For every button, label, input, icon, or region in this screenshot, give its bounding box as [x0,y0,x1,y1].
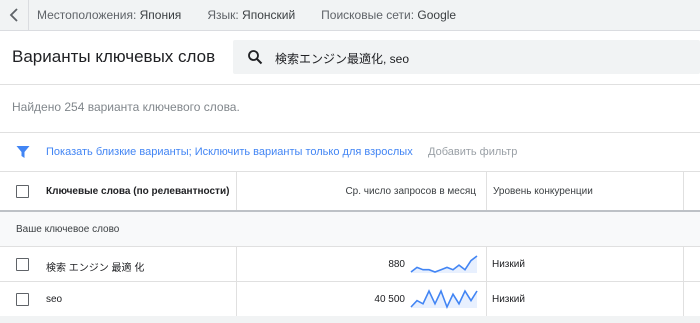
language-setting[interactable]: Язык: Японский [207,8,295,22]
column-header-avg-label: Ср. число запросов в месяц [345,186,476,197]
keyword-cell: seo [46,294,63,305]
location-label: Местоположения: [37,8,137,22]
language-value: Японский [242,8,296,22]
language-label: Язык: [207,8,239,22]
column-header-avg-searches[interactable]: Ср. число запросов в месяц [236,172,482,210]
location-setting[interactable]: Местоположения: Япония [37,8,181,22]
column-header-keyword[interactable]: Ключевые слова (по релевантности) [46,186,229,197]
row-checkbox[interactable] [16,258,29,271]
keyword-cell: 検索 エンジン 最適 化 [46,263,145,274]
column-header-competition[interactable]: Уровень конкуренции [486,172,684,210]
filter-bar: Показать близкие варианты; Исключить вар… [0,133,700,172]
cell-divider [486,247,487,281]
column-header-extra [683,172,700,210]
column-header-competition-label: Уровень конкуренции [493,186,593,197]
targeting-bar: Местоположения: Япония Язык: Японский По… [0,0,700,31]
search-input[interactable]: 検索エンジン最適化, seo [275,50,409,67]
row-checkbox[interactable] [16,293,29,306]
cell-divider [683,282,684,316]
group-row: Ваше ключевое слово [0,212,700,247]
search-icon [247,49,263,70]
page-title: Варианты ключевых слов [12,47,216,66]
cell-divider [236,247,237,281]
group-label: Ваше ключевое слово [16,224,120,235]
cell-divider [486,282,487,316]
select-all-checkbox[interactable] [16,185,29,198]
network-label: Поисковые сети: [321,8,415,22]
sparkline-area [411,256,477,273]
chevron-left-icon[interactable] [0,0,28,30]
results-summary: Найдено 254 варианта ключевого слова. [12,100,240,114]
active-filters-link[interactable]: Показать близкие варианты; Исключить вар… [46,146,413,158]
network-value: Google [417,8,457,22]
trend-sparkline [410,288,478,310]
divider [28,0,29,30]
scroll-area [0,316,700,323]
avg-searches-cell: 880 [388,259,405,270]
table-header: Ключевые слова (по релевантности) Ср. чи… [0,172,700,212]
cell-divider [683,247,684,281]
filter-icon[interactable] [16,145,30,162]
table-row[interactable]: seo 40 500 Низкий [0,282,700,317]
table-row[interactable]: 検索 エンジン 最適 化 880 Низкий [0,247,700,282]
network-setting[interactable]: Поисковые сети: Google [321,8,456,22]
avg-searches-cell: 40 500 [374,294,405,305]
competition-cell: Низкий [492,259,525,270]
keyword-search-box[interactable]: 検索エンジン最適化, seo [233,40,700,74]
competition-cell: Низкий [492,294,525,305]
location-value: Япония [139,8,182,22]
cell-divider [236,282,237,316]
page-header: Варианты ключевых слов 検索エンジン最適化, seo [0,31,700,85]
add-filter-button[interactable]: Добавить фильтр [428,146,517,158]
trend-sparkline [410,255,478,273]
